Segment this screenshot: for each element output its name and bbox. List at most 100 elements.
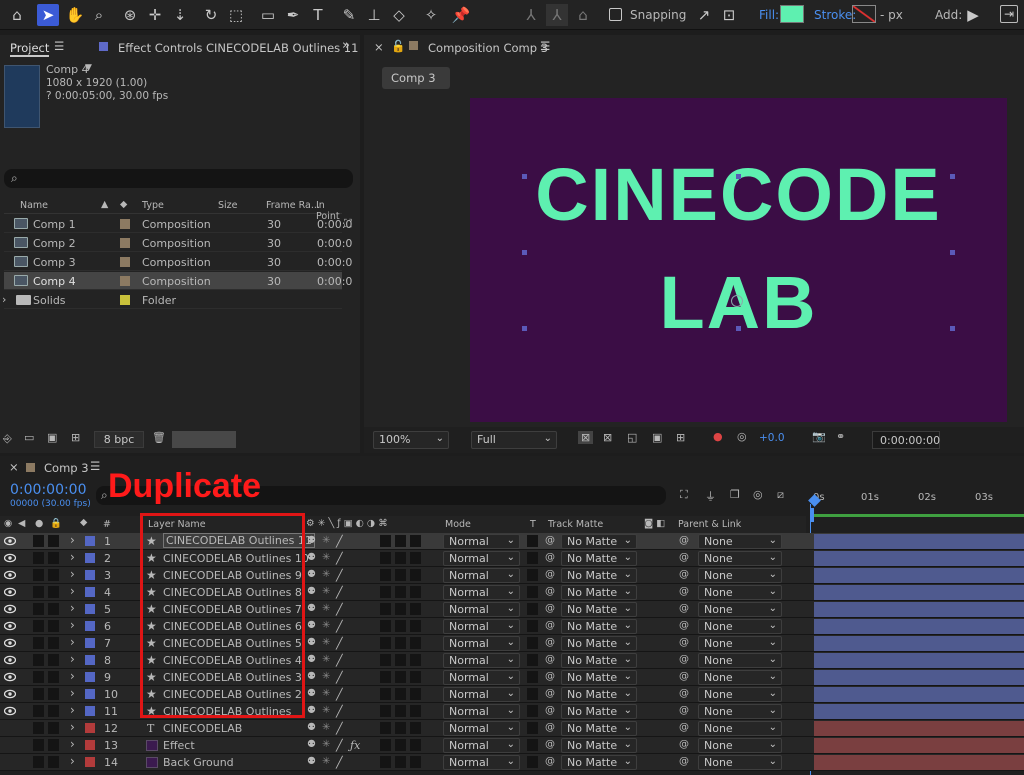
layer-label-swatch[interactable] [85,740,95,750]
panel-overflow-icon[interactable]: » [342,38,350,53]
exposure-value[interactable]: +0.0 [759,432,785,444]
collapse-switch-icon[interactable]: ✳ [322,620,330,631]
layer-duration-bar[interactable] [814,721,1024,736]
pick-whip-icon[interactable]: @ [679,688,689,699]
layer-duration-bar[interactable] [814,568,1024,583]
parent-dropdown[interactable]: None ⌄ [698,602,782,617]
mode-dropdown[interactable]: Normal ⌄ [443,602,520,617]
switch-box[interactable] [395,535,406,547]
layer-label-swatch[interactable] [85,723,95,733]
parent-dropdown[interactable]: None ⌄ [698,568,782,583]
switch-box[interactable] [410,671,421,683]
parent-dropdown[interactable]: None ⌄ [698,704,782,719]
switch-box[interactable] [395,671,406,683]
quality-switch-icon[interactable]: ╱ [336,620,343,633]
matte-link-icon[interactable]: @ [545,705,555,716]
solo-switch[interactable] [33,739,44,751]
matte-link-icon[interactable]: @ [545,586,555,597]
parent-dropdown[interactable]: None ⌄ [698,653,782,668]
switch-box[interactable] [395,586,406,598]
layer-label-swatch[interactable] [85,587,95,597]
mode-dropdown[interactable]: Normal ⌄ [443,670,520,685]
switch-box[interactable] [395,620,406,632]
shy-switch-icon[interactable]: ⚉ [307,552,316,563]
solo-switch[interactable] [33,705,44,717]
switch-box[interactable] [380,637,391,649]
project-item[interactable]: Comp 2 Composition 30 0:00:0 [4,234,352,252]
switch-box[interactable] [395,603,406,615]
axis-view-icon[interactable]: ⌂ [572,4,594,26]
preserve-transparency-box[interactable] [527,756,538,768]
layer-label-swatch[interactable] [85,570,95,580]
tab-project[interactable]: Project [10,41,50,57]
expand-chevron-icon[interactable]: › [70,550,75,564]
mode-dropdown[interactable]: Normal ⌄ [443,721,520,736]
switch-box[interactable] [395,637,406,649]
label-tag-icon[interactable]: ◆ [120,199,127,210]
layer-duration-bar[interactable] [814,551,1024,566]
switch-box[interactable] [380,620,391,632]
layer-label-swatch[interactable] [85,706,95,716]
track-matte-dropdown[interactable]: No Matte ⌄ [561,568,637,583]
collapse-switch-icon[interactable]: ✳ [322,569,330,580]
draft-3d-icon[interactable]: ⏚ [705,488,716,504]
switch-box[interactable] [410,603,421,615]
parent-dropdown[interactable]: None ⌄ [698,738,782,753]
layer-label-swatch[interactable] [85,638,95,648]
collapse-switch-icon[interactable]: ✳ [322,535,330,546]
parent-dropdown[interactable]: None ⌄ [698,670,782,685]
comp-flowchart-icon[interactable]: ⛶ [680,488,688,502]
mode-dropdown[interactable]: Normal ⌄ [443,534,520,549]
eye-icon[interactable] [4,655,16,665]
panel-menu-icon[interactable]: ☰ [54,39,64,53]
preserve-transparency-box[interactable] [527,620,538,632]
layer-row[interactable]: › 14 Back Ground ⚉ ✳ ╱ Normal ⌄ @ No Matte ⌄ @ None ⌄ [0,754,1024,771]
quality-switch-icon[interactable]: ╱ [336,688,343,701]
switch-box[interactable] [395,552,406,564]
switch-box[interactable] [380,671,391,683]
eye-icon[interactable] [4,621,16,631]
layer-duration-bar[interactable] [814,738,1024,753]
preserve-transparency-box[interactable] [527,535,538,547]
current-time-display[interactable]: 0:00:00:00 [10,482,87,498]
lock-icon[interactable]: 🔓 [391,39,405,53]
solo-switch[interactable] [33,569,44,581]
expand-chevron-icon[interactable]: › [70,703,75,717]
shy-switch-icon[interactable]: ⚉ [307,722,316,733]
anchor-point-icon[interactable] [731,295,743,307]
matte-link-icon[interactable]: @ [545,756,555,767]
quality-switch-icon[interactable]: ╱ [336,569,343,582]
panel-menu-icon[interactable]: ☰ [540,39,550,53]
shy-switch-icon[interactable]: ⚉ [307,671,316,682]
motion-blur-icon[interactable]: ◎ [753,488,763,501]
layer-row[interactable]: › 13 Effect ⚉ ✳ ╱ ƒx Normal ⌄ @ No Matte ⌄ @ None ⌄ [0,737,1024,754]
eraser-tool-icon[interactable]: ◇ [388,4,410,26]
brush-tool-icon[interactable]: ✎ [338,4,360,26]
layer-label-swatch[interactable] [85,536,95,546]
parent-dropdown[interactable]: None ⌄ [698,721,782,736]
parent-dropdown[interactable]: None ⌄ [698,585,782,600]
quality-switch-icon[interactable]: ╱ [336,586,343,599]
layer-label-swatch[interactable] [85,553,95,563]
solo-switch[interactable] [33,552,44,564]
lock-switch[interactable] [48,552,59,564]
track-matte-dropdown[interactable]: No Matte ⌄ [561,755,637,770]
layer-duration-bar[interactable] [814,602,1024,617]
pick-whip-icon[interactable]: @ [679,705,689,716]
workspace-icon[interactable]: ⇥ [1000,5,1018,23]
layer-label-swatch[interactable] [85,757,95,767]
preserve-transparency-box[interactable] [527,654,538,666]
matte-link-icon[interactable]: @ [545,603,555,614]
switch-box[interactable] [395,739,406,751]
mode-dropdown[interactable]: Normal ⌄ [443,551,520,566]
eye-icon[interactable] [4,536,16,546]
lock-switch[interactable] [48,671,59,683]
collapse-switch-icon[interactable]: ✳ [322,705,330,716]
interpret-footage-icon[interactable]: ⎆ [3,432,12,446]
switch-box[interactable] [380,722,391,734]
pick-whip-icon[interactable]: @ [679,637,689,648]
switch-box[interactable] [410,739,421,751]
pick-whip-icon[interactable]: @ [679,671,689,682]
solo-switch[interactable] [33,756,44,768]
expand-chevron-icon[interactable]: › [2,293,6,306]
